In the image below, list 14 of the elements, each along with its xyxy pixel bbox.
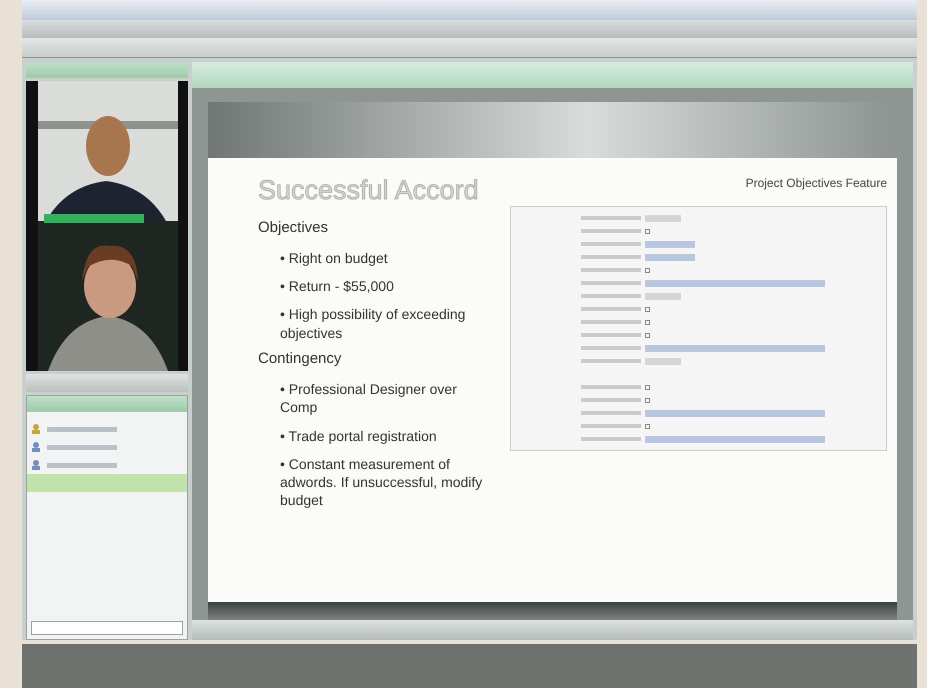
slide-subtitle: Project Objectives Feature (744, 175, 887, 192)
person-icon (31, 442, 41, 452)
slide-title: Successful Accord (258, 174, 480, 207)
bullet-text: • Professional Designer over Comp (280, 380, 458, 417)
chat-input[interactable] (31, 621, 183, 635)
bullet-text: • Right on budget (280, 249, 389, 268)
section-heading: Objectives (258, 218, 330, 238)
person-icon (31, 460, 41, 470)
bullet-text: • Trade portal registration (280, 426, 438, 445)
bullet-text: • Constant measurement of adwords. If unsuccessful, modify budget (280, 454, 484, 510)
section-heading: Contingency (258, 348, 342, 369)
bullet-text: • Return - $55,000 (280, 277, 395, 296)
person-icon (31, 424, 41, 434)
bullet-text: • High possibility of exceeding objectives (280, 305, 466, 342)
